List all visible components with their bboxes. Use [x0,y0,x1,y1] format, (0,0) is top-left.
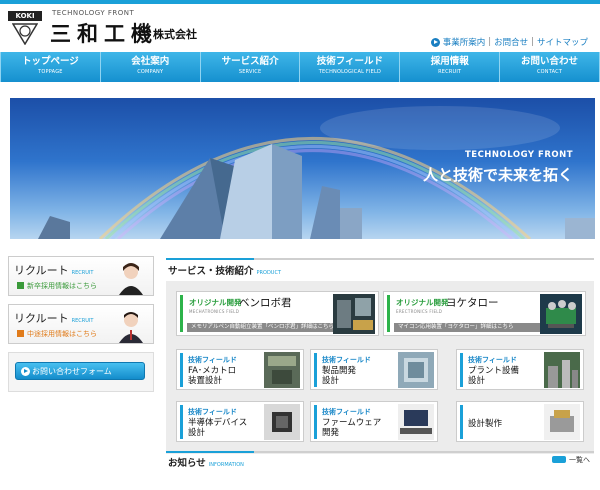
field-card-design-build[interactable]: 設計製作 [456,401,584,442]
company-name: 三和工機 [50,22,158,46]
utility-links: 事業所案内 | お問合せ | サイトマップ [430,36,588,48]
card-name-text: 設計製作 [468,419,503,429]
robot-photo [540,294,582,334]
card-name-text: 製品開発 設計 [322,366,357,386]
card-category: 技術フィールド [468,356,517,364]
recruit-mid-career-banner[interactable]: リクルート RECRUIT 中途採用情報はこちら [8,304,154,344]
field-card-fa-mechatronics[interactable]: 技術フィールド FA･メカトロ 装置設計 [176,349,304,390]
services-title-en: PRODUCT [256,270,281,276]
card-detail-link[interactable]: メモリアルペン自動組立装置「ベンロボ君」詳細はこちら [187,323,335,332]
recruit-link-new-grad[interactable]: 新卒採用情報はこちら [27,282,97,290]
field-card-plant-design[interactable]: 技術フィールド プラント設備 設計 [456,349,584,390]
news-title-en: INFORMATION [208,462,244,468]
recruit-link-mid-career[interactable]: 中途採用情報はこちら [27,330,97,338]
news-more-link[interactable]: 一覧へ [552,455,590,465]
nav-item-company[interactable]: 会社案内 COMPANY [101,52,201,82]
card-name: FA･メカトロ 装置設計 [188,366,236,386]
card-en: MECHATRONICS FIELD [189,309,240,314]
arrow-square-icon [17,282,24,289]
card-name: プラント設備 設計 [468,366,519,386]
arrow-circle-icon [430,37,440,47]
recruit-en: RECRUIT [71,318,94,324]
recruit-person-photo [119,312,143,343]
recruit-title: リクルート [14,264,69,277]
logo-symbol-icon [12,23,38,45]
card-name-text: ファームウェア 開発 [322,418,382,438]
card-category: オリジナル開発 [396,298,449,307]
logo-badge: KOKI [8,11,42,21]
recruit-new-grad-banner[interactable]: リクルート RECRUIT 新卒採用情報はこちら [8,256,154,296]
card-name: ベンロボ君 [239,297,292,309]
card-name-text: 半導体デバイス 設計 [188,418,248,438]
page: KOKI TECHNOLOGY FRONT 三和工機 株式会社 事業所案内 | … [0,0,600,490]
card-category: 技術フィールド [322,356,371,364]
card-name: ヨケタロー [446,297,499,309]
machine-photo [264,352,300,388]
card-name: ファームウェア 開発 [322,418,381,438]
logo-tagline: TECHNOLOGY FRONT [52,9,135,17]
chip-photo [264,404,300,440]
recruit-person-photo [119,263,143,295]
featured-card-penrobo[interactable]: オリジナル開発 ベンロボ君 MECHATRONICS FIELD メモリアルペン… [176,291,379,336]
nav-item-field[interactable]: 技術フィールド TECHNOLOGICAL FIELD [300,52,401,82]
card-name-text: プラント設備 設計 [468,366,520,386]
company-suffix: 株式会社 [153,28,197,41]
machine-photo [333,294,375,334]
arrow-square-icon [17,330,24,337]
field-card-semiconductor[interactable]: 技術フィールド 半導体デバイス 設計 [176,401,304,442]
card-name-text: FA･メカトロ 装置設計 [188,366,237,386]
hero-kicker: TECHNOLOGY FRONT [464,150,573,160]
util-link-offices[interactable]: 事業所案内 [443,36,486,48]
news-title: お知らせ [168,458,206,469]
card-category: オリジナル開発 [189,298,242,307]
card-en: ERECTRONICS FIELD [396,309,443,314]
machine-photo [398,352,434,388]
card-category: 技術フィールド [322,408,371,416]
plant-photo [544,352,580,388]
nav-item-top[interactable]: トップページ TOPPAGE [0,52,101,82]
card-detail-link[interactable]: マイコン応用装置「ヨケタロー」詳細はこちら [394,323,542,332]
card-category: 技術フィールド [188,408,237,416]
company-logo[interactable]: KOKI TECHNOLOGY FRONT 三和工機 株式会社 [8,9,208,49]
arrow-circle-icon [21,367,30,376]
global-nav: トップページ TOPPAGE 会社案内 COMPANY サービス紹介 SERVICE … [0,52,600,82]
util-link-contact[interactable]: お問合せ [494,36,528,48]
card-name: 半導体デバイス 設計 [188,418,247,438]
contact-form-label: お問い合わせフォーム [32,367,112,376]
laptop-photo [398,404,434,440]
featured-card-yoketaro[interactable]: オリジナル開発 ヨケタロー ERECTRONICS FIELD マイコン応用装置… [383,291,586,336]
nav-item-service[interactable]: サービス紹介 SERVICE [201,52,301,82]
services-title: サービス・技術紹介 [168,266,254,277]
card-category: 技術フィールド [188,356,237,364]
recruit-en: RECRUIT [71,270,94,276]
nav-item-recruit[interactable]: 採用情報 RECRUIT [400,52,501,82]
hero-banner: TECHNOLOGY FRONT 人と技術で未来を拓く [10,98,595,239]
machine-photo [544,404,580,440]
services-heading: サービス・技術紹介 PRODUCT [166,258,594,277]
nav-item-contact[interactable]: お問い合わせ CONTACT [500,52,600,82]
arrow-icon [552,456,566,463]
card-name: 製品開発 設計 [322,366,356,386]
util-link-sitemap[interactable]: サイトマップ [537,36,588,48]
logo-mark: KOKI [8,11,42,45]
card-name: 設計製作 [468,419,502,429]
contact-form-button[interactable]: お問い合わせフォーム [15,362,145,380]
field-card-firmware[interactable]: 技術フィールド ファームウェア 開発 [310,401,438,442]
top-accent-bar [0,0,600,4]
news-heading: お知らせ INFORMATION 一覧へ [166,451,594,469]
field-card-product-design[interactable]: 技術フィールド 製品開発 設計 [310,349,438,390]
hero-headline: 人と技術で未来を拓く [422,166,573,184]
recruit-title: リクルート [14,312,69,325]
